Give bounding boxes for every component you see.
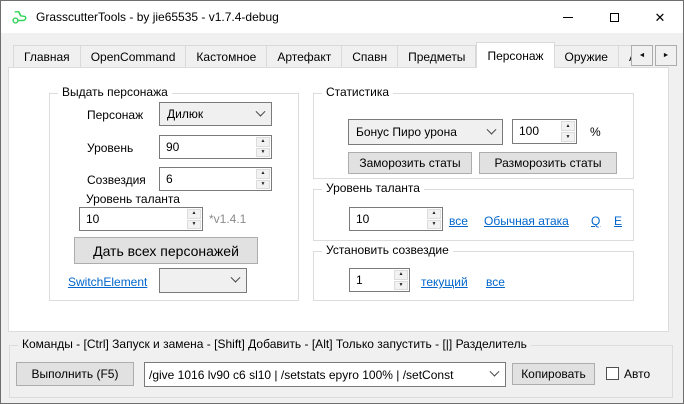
constellation-current-link[interactable]: текущий xyxy=(421,275,468,289)
copy-command-button[interactable]: Копировать xyxy=(512,363,595,385)
tab-strip: Главная OpenCommand Кастомное Артефакт С… xyxy=(13,42,633,68)
chevron-down-icon xyxy=(231,273,241,283)
tab-label: Кастомное xyxy=(196,50,256,64)
stat-select[interactable]: Бонус Пиро урона xyxy=(348,119,503,145)
tab-label: Предметы xyxy=(408,50,465,64)
tab-spavn[interactable]: Спавн xyxy=(342,45,398,68)
minimize-icon xyxy=(563,17,573,18)
window-title: GrasscutterTools - by jie65535 - v1.7.4-… xyxy=(36,10,279,24)
constellation-spinner[interactable]: 6 ▲▼ xyxy=(159,167,272,191)
spin-down-icon[interactable]: ▼ xyxy=(561,132,575,142)
spin-up-icon[interactable]: ▲ xyxy=(427,209,441,219)
tab-artefakt[interactable]: Артефакт xyxy=(267,45,342,68)
character-label: Персонаж xyxy=(87,108,143,122)
spinner-buttons: ▲▼ xyxy=(393,269,409,291)
auto-label: Авто xyxy=(624,367,650,381)
constellation-value: 6 xyxy=(160,168,255,190)
talent-level-spinner[interactable]: 10 ▲▼ xyxy=(349,207,443,231)
tab-scroll-left-button[interactable]: ◄ xyxy=(631,45,653,66)
group-title: Выдать персонажа xyxy=(58,85,172,99)
app-window: GrasscutterTools - by jie65535 - v1.7.4-… xyxy=(0,0,684,404)
talent-level-value: 10 xyxy=(350,208,426,230)
tab-label: Спавн xyxy=(352,50,387,64)
group-title: Команды - [Ctrl] Запуск и замена - [Shif… xyxy=(18,337,531,351)
auto-checkbox[interactable] xyxy=(606,367,619,380)
tab-kastomnoe[interactable]: Кастомное xyxy=(186,45,267,68)
freeze-stats-button[interactable]: Заморозить статы xyxy=(348,152,472,174)
spin-down-icon[interactable]: ▼ xyxy=(394,281,408,291)
talent-label: Уровень таланта xyxy=(86,192,180,206)
tab-oruzhie[interactable]: Оружие xyxy=(555,45,619,68)
group-title: Установить созвездие xyxy=(322,243,453,257)
spin-up-icon[interactable]: ▲ xyxy=(256,137,270,147)
character-select[interactable]: Дилюк xyxy=(159,102,272,126)
set-constellation-value: 1 xyxy=(350,269,393,291)
tab-label: Оружие xyxy=(565,50,608,64)
spin-down-icon[interactable]: ▼ xyxy=(427,220,441,230)
level-label: Уровень xyxy=(87,141,133,155)
close-icon: ✕ xyxy=(655,11,666,24)
tab-label: Артефакт xyxy=(277,50,331,64)
tab-label: Персонаж xyxy=(487,49,543,63)
talent-value: 10 xyxy=(80,208,186,230)
spin-down-icon[interactable]: ▼ xyxy=(256,148,270,158)
command-text: /give 1016 lv90 c6 sl10 | /setstats epyr… xyxy=(149,368,485,382)
close-button[interactable]: ✕ xyxy=(637,1,683,33)
group-title: Уровень таланта xyxy=(322,181,424,195)
spinner-buttons: ▲▼ xyxy=(186,208,202,230)
spin-down-icon[interactable]: ▼ xyxy=(256,180,270,190)
talent-all-link[interactable]: все xyxy=(449,214,468,228)
level-value: 90 xyxy=(160,136,255,158)
tab-glavnaya[interactable]: Главная xyxy=(13,45,81,68)
minimize-button[interactable] xyxy=(545,1,591,33)
tab-predmety[interactable]: Предметы xyxy=(398,45,476,68)
command-input[interactable]: /give 1016 lv90 c6 sl10 | /setstats epyr… xyxy=(144,362,506,387)
spin-up-icon[interactable]: ▲ xyxy=(256,169,270,179)
spin-up-icon[interactable]: ▲ xyxy=(187,209,201,219)
spin-down-icon[interactable]: ▼ xyxy=(187,220,201,230)
chevron-down-icon xyxy=(490,367,500,377)
set-constellation-spinner[interactable]: 1 ▲▼ xyxy=(349,268,410,292)
percent-label: % xyxy=(590,125,601,139)
title-bar: GrasscutterTools - by jie65535 - v1.7.4-… xyxy=(1,1,683,33)
version-note: *v1.4.1 xyxy=(209,212,246,226)
talent-e-link[interactable]: E xyxy=(614,214,622,228)
switch-element-select[interactable] xyxy=(159,268,247,293)
stat-select-value: Бонус Пиро урона xyxy=(356,125,482,139)
level-spinner[interactable]: 90 ▲▼ xyxy=(159,135,272,159)
maximize-icon xyxy=(610,13,619,22)
stat-amount-value: 100 xyxy=(513,120,560,143)
group-title: Статистика xyxy=(322,85,393,99)
arrow-right-icon: ► xyxy=(663,52,670,59)
unfreeze-stats-button[interactable]: Разморозить статы xyxy=(479,152,617,174)
run-command-button[interactable]: Выполнить (F5) xyxy=(16,362,134,386)
spinner-buttons: ▲▼ xyxy=(560,120,576,143)
chevron-down-icon xyxy=(256,106,266,116)
app-icon xyxy=(11,9,29,25)
spin-up-icon[interactable]: ▲ xyxy=(561,121,575,131)
arrow-left-icon: ◄ xyxy=(639,52,646,59)
constellation-label: Созвездия xyxy=(87,173,146,187)
spinner-buttons: ▲▼ xyxy=(255,136,271,158)
tab-scroll-right-button[interactable]: ► xyxy=(655,45,677,66)
talent-normal-attack-link[interactable]: Обычная атака xyxy=(484,214,569,228)
give-all-characters-button[interactable]: Дать всех персонажей xyxy=(74,237,258,264)
talent-q-link[interactable]: Q xyxy=(591,214,600,228)
switch-element-link[interactable]: SwitchElement xyxy=(68,275,147,289)
chevron-down-icon xyxy=(487,124,497,134)
tab-label: OpenCommand xyxy=(91,50,176,64)
tab-opencommand[interactable]: OpenCommand xyxy=(81,45,187,68)
constellation-all-link[interactable]: все xyxy=(486,275,505,289)
talent-spinner[interactable]: 10 ▲▼ xyxy=(79,207,203,231)
spinner-buttons: ▲▼ xyxy=(255,168,271,190)
character-select-value: Дилюк xyxy=(167,107,251,121)
spinner-buttons: ▲▼ xyxy=(426,208,442,230)
stat-amount-spinner[interactable]: 100 ▲▼ xyxy=(512,119,577,144)
tab-personazh[interactable]: Персонаж xyxy=(476,42,554,68)
maximize-button[interactable] xyxy=(591,1,637,33)
spin-up-icon[interactable]: ▲ xyxy=(394,270,408,280)
tab-label: Главная xyxy=(24,50,70,64)
